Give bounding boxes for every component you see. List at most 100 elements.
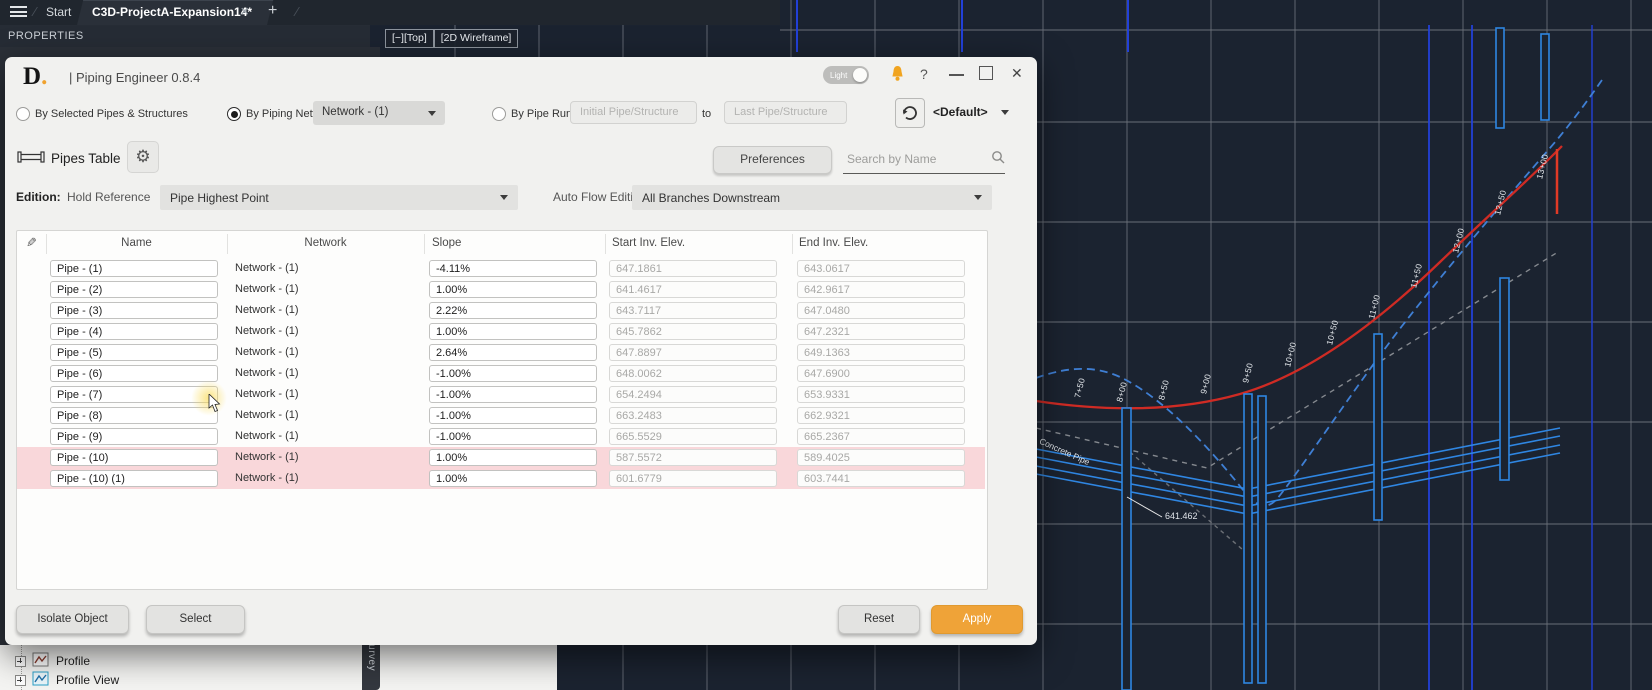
close-icon[interactable]: ✕ <box>1011 65 1023 82</box>
maximize-icon[interactable] <box>979 66 993 80</box>
network-cell: Network - (1) <box>235 388 299 400</box>
start-inv-elev-field <box>609 365 777 382</box>
design-profile-red-line <box>1036 146 1562 408</box>
slope-input[interactable] <box>429 344 597 361</box>
pipe-name-input[interactable] <box>50 344 218 361</box>
tree-item-label[interactable]: Profile View <box>56 673 119 687</box>
slope-input[interactable] <box>429 470 597 487</box>
start-inv-elev-field <box>609 449 777 466</box>
pipe-name-input[interactable] <box>50 470 218 487</box>
new-tab-plus-icon[interactable]: + <box>268 2 277 20</box>
network-cell: Network - (1) <box>235 346 299 358</box>
refresh-button[interactable] <box>895 98 925 128</box>
slope-input[interactable] <box>429 428 597 445</box>
viewport-controls[interactable]: [−][Top] [2D Wireframe] <box>385 29 518 48</box>
table-rows: Network - (1) Network - (1) Network - (1… <box>17 258 987 489</box>
theme-toggle-label: Light <box>830 71 847 80</box>
end-inv-elev-field <box>797 281 965 298</box>
tab-start[interactable]: Start <box>46 5 71 19</box>
column-header-name[interactable]: Name <box>46 237 227 249</box>
dialog-title: | Piping Engineer 0.8.4 <box>69 70 200 85</box>
notification-bell-icon[interactable] <box>889 64 906 86</box>
tab-close-icon[interactable]: ✕ <box>240 5 249 18</box>
theme-toggle[interactable]: Light <box>823 66 869 84</box>
slope-input[interactable] <box>429 323 597 340</box>
preferences-button[interactable]: Preferences <box>713 146 832 174</box>
column-header-end-inv[interactable]: End Inv. Elev. <box>799 237 868 249</box>
slope-input[interactable] <box>429 260 597 277</box>
pipe-name-input[interactable] <box>50 323 218 340</box>
column-header-network[interactable]: Network <box>227 237 424 249</box>
pipe-name-input[interactable] <box>50 428 218 445</box>
tree-expand-icon[interactable] <box>15 656 26 667</box>
preset-default-dropdown[interactable]: <Default> <box>933 105 988 119</box>
hold-reference-dropdown[interactable]: Pipe Highest Point <box>160 185 518 210</box>
hamburger-menu-icon[interactable] <box>10 6 27 19</box>
tree-item-profile-view[interactable]: Profile View <box>0 671 300 689</box>
minimize-icon[interactable] <box>949 74 964 76</box>
auto-flow-dropdown[interactable]: All Branches Downstream <box>632 185 992 210</box>
last-pipe-structure-field[interactable]: Last Pipe/Structure <box>724 101 847 124</box>
viewport-minus[interactable]: [−] <box>392 32 404 44</box>
end-inv-elev-field <box>797 386 965 403</box>
help-icon[interactable]: ? <box>920 66 928 82</box>
radio-by-network[interactable] <box>227 107 241 121</box>
end-inv-elev-field <box>797 302 965 319</box>
tab-active-drawing[interactable]: C3D-ProjectA-Expansion14* <box>92 5 252 19</box>
slope-input[interactable] <box>429 449 597 466</box>
tree-item-label[interactable]: Profile <box>56 654 90 668</box>
gear-icon[interactable]: ⚙ <box>127 141 159 173</box>
viewport-minimize-top-controls[interactable]: [−][Top] <box>385 29 434 48</box>
pipe-name-input[interactable] <box>50 302 218 319</box>
tree-expand-icon[interactable] <box>15 675 26 686</box>
end-inv-elev-field <box>797 260 965 277</box>
properties-panel-title: PROPERTIES <box>8 30 84 42</box>
table-row: Network - (1) <box>17 468 985 489</box>
search-field[interactable] <box>843 147 1005 174</box>
pipe-name-input[interactable] <box>50 260 218 277</box>
slope-input[interactable] <box>429 407 597 424</box>
apply-button[interactable]: Apply <box>931 605 1023 634</box>
reset-button[interactable]: Reset <box>838 605 920 634</box>
isolate-object-button[interactable]: Isolate Object <box>16 605 129 634</box>
table-row: Network - (1) <box>17 363 985 384</box>
pipe-name-input[interactable] <box>50 365 218 382</box>
pipe-name-input[interactable] <box>50 449 218 466</box>
pipe-name-input[interactable] <box>50 281 218 298</box>
slope-input[interactable] <box>429 386 597 403</box>
table-header: ✎ Name Network Slope Start Inv. Elev. En… <box>17 231 987 257</box>
slope-input[interactable] <box>429 302 597 319</box>
network-dropdown[interactable]: Network - (1) <box>313 101 445 125</box>
network-cell: Network - (1) <box>235 283 299 295</box>
piping-engineer-dialog: D. | Piping Engineer 0.8.4 Light ? ✕ By … <box>5 57 1037 645</box>
start-inv-elev-field <box>609 386 777 403</box>
slope-input[interactable] <box>429 281 597 298</box>
radio-by-selected-label[interactable]: By Selected Pipes & Structures <box>35 108 188 120</box>
application-window: [−][Top] [2D Wireframe] 7+508+008+509+00… <box>0 0 1652 690</box>
search-input[interactable] <box>845 151 979 167</box>
properties-panel-header[interactable]: PROPERTIES <box>0 25 370 47</box>
viewport-visual-style[interactable]: [2D Wireframe] <box>434 29 519 48</box>
column-header-slope[interactable]: Slope <box>432 237 461 249</box>
end-inv-elev-field <box>797 365 965 382</box>
viewport-view-label[interactable]: [Top] <box>404 32 427 44</box>
start-inv-elev-field <box>609 281 777 298</box>
select-button[interactable]: Select <box>146 605 245 634</box>
toggle-knob[interactable] <box>853 68 867 82</box>
radio-by-pipe-run[interactable] <box>492 107 506 121</box>
end-inv-elev-field <box>797 449 965 466</box>
app-logo: D. <box>23 63 47 91</box>
chevron-down-icon <box>974 195 982 200</box>
column-header-start-inv[interactable]: Start Inv. Elev. <box>612 237 685 249</box>
chevron-down-icon <box>428 111 436 116</box>
chevron-down-icon <box>1001 110 1009 115</box>
table-row: Network - (1) <box>17 447 985 468</box>
radio-by-selected[interactable] <box>16 107 30 121</box>
mouse-cursor <box>208 394 222 416</box>
initial-pipe-structure-field[interactable]: Initial Pipe/Structure <box>570 101 697 124</box>
slope-input[interactable] <box>429 365 597 382</box>
tree-item-profile[interactable]: Profile <box>0 652 300 670</box>
pipe-name-input[interactable] <box>50 407 218 424</box>
radio-by-pipe-run-label[interactable]: By Pipe Run: <box>511 108 575 120</box>
network-cell: Network - (1) <box>235 430 299 442</box>
